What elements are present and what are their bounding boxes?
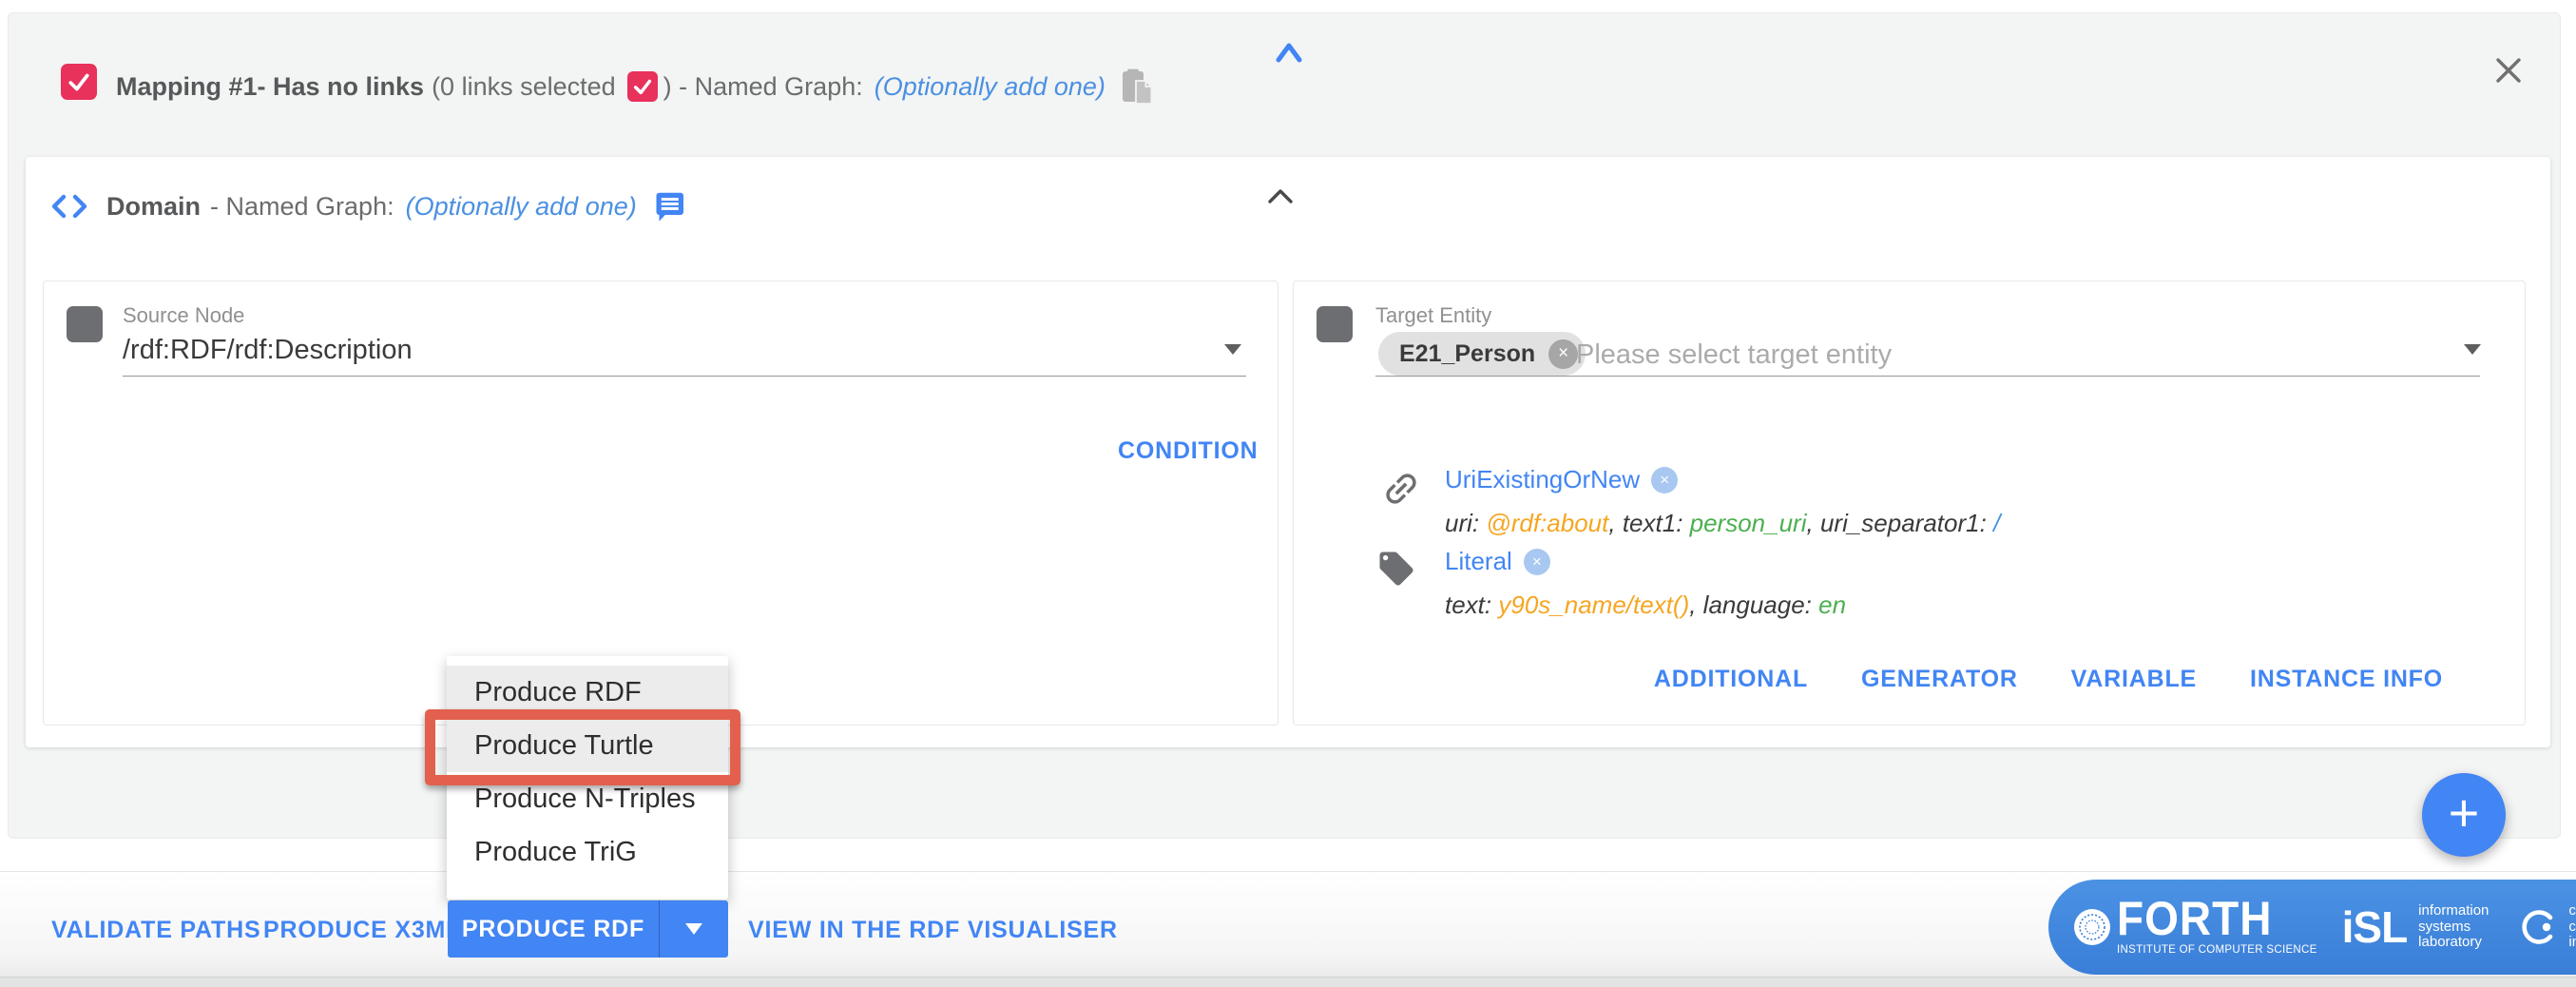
generator-name: UriExistingOrNew xyxy=(1445,465,1640,494)
named-graph-label: ) - Named Graph: xyxy=(663,72,863,102)
paste-icon[interactable] xyxy=(1121,68,1153,106)
param-label: , uri_separator1: xyxy=(1807,509,1994,537)
link-icon xyxy=(1380,468,1422,514)
condition-button[interactable]: CONDITION xyxy=(1118,437,1258,465)
generator-button[interactable]: GENERATOR xyxy=(1861,666,2018,693)
validate-paths-button[interactable]: VALIDATE PATHS xyxy=(51,917,260,944)
collapse-mapping-chevron-up-icon[interactable] xyxy=(1274,42,1304,69)
generator-row: UriExistingOrNew × xyxy=(1445,465,1678,494)
target-entity-input[interactable]: Please select target entity xyxy=(1576,339,1892,371)
plus-icon: + xyxy=(2449,786,2480,840)
named-graph-add-link[interactable]: (Optionally add one) xyxy=(875,72,1105,102)
chevron-down-icon[interactable] xyxy=(2464,344,2481,355)
chip-remove-icon[interactable]: × xyxy=(1548,339,1578,369)
produce-rdf-button-label[interactable]: PRODUCE RDF xyxy=(448,900,659,958)
generator-remove-icon[interactable]: × xyxy=(1524,549,1550,575)
param-value: @rdf:about xyxy=(1486,509,1608,537)
target-actions: ADDITIONAL GENERATOR VARIABLE INSTANCE I… xyxy=(1654,666,2443,693)
target-entity-chip[interactable]: E21_Person × xyxy=(1378,332,1586,376)
source-node-select[interactable]: /rdf:RDF/rdf:Description xyxy=(123,335,413,366)
param-value: person_uri xyxy=(1690,509,1807,537)
isl-line: laboratory xyxy=(2418,935,2489,951)
forth-wordmark: FORTH xyxy=(2117,897,2317,941)
comment-icon[interactable] xyxy=(652,189,686,223)
source-node-checkbox[interactable] xyxy=(67,306,103,342)
domain-title: Domain xyxy=(106,192,201,222)
source-node-label: Source Node xyxy=(123,303,244,328)
mapping-checkbox[interactable] xyxy=(61,64,97,100)
target-underline xyxy=(1375,376,2480,377)
links-checkbox[interactable] xyxy=(627,71,658,102)
isl-logo: iSL xyxy=(2342,901,2408,953)
isl-line: systems xyxy=(2418,919,2489,936)
param-value: / xyxy=(1993,509,2000,537)
additional-button[interactable]: ADDITIONAL xyxy=(1654,666,1808,693)
domain-named-graph-label: - Named Graph: xyxy=(210,192,394,222)
chevron-down-icon[interactable] xyxy=(1224,344,1241,355)
generator-params: uri: @rdf:about, text1: person_uri, uri_… xyxy=(1445,509,2000,538)
domain-header: Domain - Named Graph: (Optionally add one) xyxy=(49,189,686,223)
source-underline xyxy=(123,376,1246,377)
param-label: text: xyxy=(1445,590,1498,619)
checkmark-icon xyxy=(67,69,91,94)
highlight-box xyxy=(425,709,740,785)
mapping-header: Mapping #1- Has no links (0 links selecte… xyxy=(116,68,1153,106)
produce-x3ml-button[interactable]: PRODUCE X3ML xyxy=(263,917,461,944)
forth-subtitle: INSTITUTE OF COMPUTER SCIENCE xyxy=(2117,944,2317,956)
cci-logo-icon xyxy=(2517,905,2561,949)
code-icon xyxy=(49,193,91,220)
param-value: y90s_name/text() xyxy=(1498,590,1689,619)
target-entity-label: Target Entity xyxy=(1375,303,1491,328)
checkmark-icon xyxy=(632,76,653,97)
generator-params: text: y90s_name/text(), language: en xyxy=(1445,590,1846,620)
generator-name: Literal xyxy=(1445,547,1512,576)
cci-line: center of xyxy=(2568,903,2576,919)
add-mapping-fab[interactable]: + xyxy=(2422,773,2506,857)
param-value: en xyxy=(1818,590,1846,619)
forth-logo: FORTH INSTITUTE OF COMPUTER SCIENCE xyxy=(2117,899,2317,956)
generator-row: Literal × xyxy=(1445,547,1550,576)
generator-remove-icon[interactable]: × xyxy=(1651,467,1678,494)
isl-line: information xyxy=(2418,903,2489,919)
links-selected-text: (0 links selected xyxy=(432,72,616,102)
chip-label: E21_Person xyxy=(1399,340,1535,368)
forth-banner: FORTH INSTITUTE OF COMPUTER SCIENCE iSL … xyxy=(2048,880,2576,975)
close-icon[interactable] xyxy=(2492,54,2525,91)
mapping-title: Mapping #1- Has no links xyxy=(116,72,424,102)
tag-icon xyxy=(1376,549,1416,593)
produce-rdf-button[interactable]: PRODUCE RDF xyxy=(448,900,728,958)
param-label: , language: xyxy=(1689,590,1818,619)
param-label: , text1: xyxy=(1608,509,1689,537)
target-entity-checkbox[interactable] xyxy=(1317,306,1353,342)
isl-caption: information systems laboratory xyxy=(2418,903,2489,951)
cci-line: informatics xyxy=(2568,935,2576,951)
menu-item-produce-trig[interactable]: Produce TriG xyxy=(447,825,728,879)
view-rdf-visualiser-button[interactable]: VIEW IN THE RDF VISUALISER xyxy=(748,917,1118,944)
cci-line: cultural xyxy=(2568,919,2576,936)
collapse-domain-chevron-up-icon[interactable] xyxy=(1266,187,1295,210)
domain-named-graph-add-link[interactable]: (Optionally add one) xyxy=(406,192,637,222)
produce-rdf-dropdown-toggle[interactable] xyxy=(660,900,728,958)
forth-seal-icon xyxy=(2073,908,2111,946)
variable-button[interactable]: VARIABLE xyxy=(2071,666,2197,693)
cci-caption: center of cultural informatics xyxy=(2568,903,2576,951)
chevron-down-icon xyxy=(685,923,702,935)
bottom-strip xyxy=(0,977,2576,987)
param-label: uri: xyxy=(1445,509,1486,537)
instance-info-button[interactable]: INSTANCE INFO xyxy=(2250,666,2443,693)
